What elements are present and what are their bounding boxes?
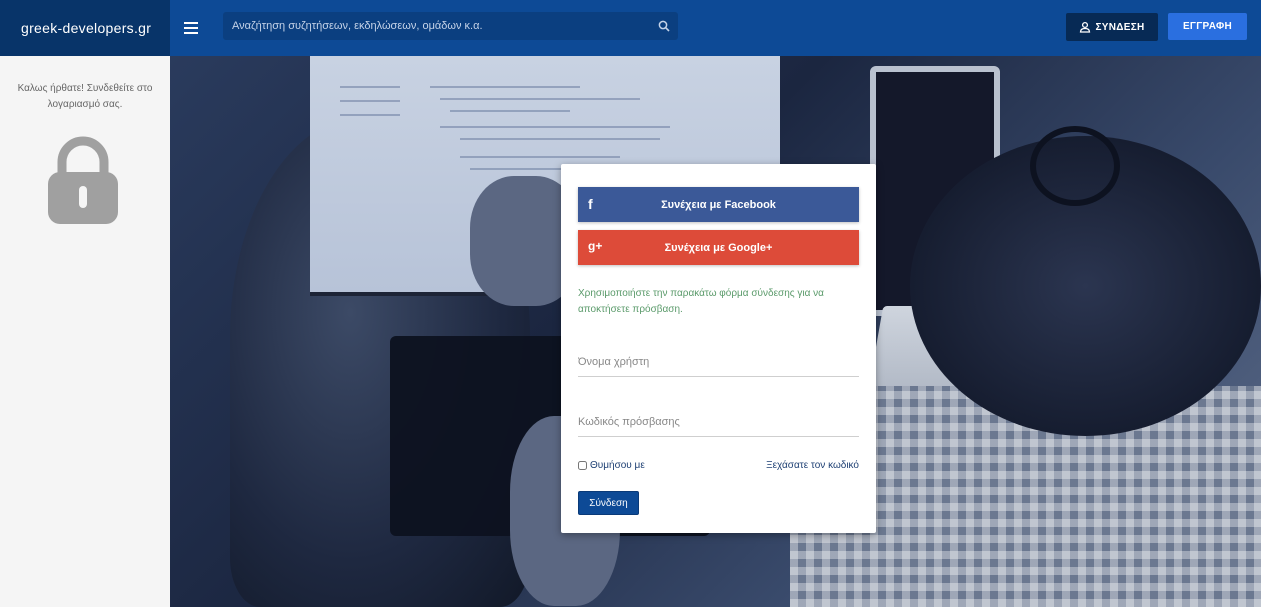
username-input[interactable]	[578, 347, 859, 376]
google-label: Συνέχεια με Google+	[664, 241, 773, 254]
register-button[interactable]: ΕΓΓΡΑΦΗ	[1168, 13, 1247, 40]
google-login-button[interactable]: g+ Συνέχεια με Google+	[578, 230, 859, 265]
lock-icon	[48, 136, 118, 231]
remember-me-label: Θυμήσου με	[590, 460, 645, 471]
login-button[interactable]: ΣΥΝΔΕΣΗ	[1066, 13, 1158, 41]
facebook-icon: f	[588, 196, 593, 212]
facebook-login-button[interactable]: f Συνέχεια με Facebook	[578, 187, 859, 222]
user-icon	[1080, 21, 1091, 33]
password-field-wrapper	[578, 407, 859, 437]
search-input[interactable]	[223, 20, 650, 32]
forgot-password-link[interactable]: Ξεχάσατε τον κωδικό	[766, 460, 859, 471]
menu-icon[interactable]	[183, 16, 207, 40]
login-hint: Χρησιμοποιήστε την παρακάτω φόρμα σύνδεσ…	[578, 288, 824, 315]
top-bar: greek-developers.gr ΣΥΝΔΕΣΗ ΕΓΓΡΑΦΗ	[0, 0, 1261, 56]
search-icon[interactable]	[650, 12, 678, 40]
facebook-label: Συνέχεια με Facebook	[661, 198, 776, 211]
remember-me-checkbox[interactable]	[578, 461, 587, 470]
login-label: ΣΥΝΔΕΣΗ	[1095, 21, 1145, 33]
remember-me[interactable]: Θυμήσου με	[578, 460, 645, 471]
password-input[interactable]	[578, 407, 859, 436]
username-field-wrapper	[578, 347, 859, 377]
google-plus-icon: g+	[588, 239, 603, 253]
login-card: f Συνέχεια με Facebook g+ Συνέχεια με Go…	[561, 164, 876, 533]
site-logo[interactable]: greek-developers.gr	[0, 0, 170, 56]
welcome-text: Καλως ήρθατε! Συνδεθείτε στο λογαριασμό …	[17, 83, 153, 110]
glasses-image	[1030, 126, 1120, 206]
sidebar: Καλως ήρθατε! Συνδεθείτε στο λογαριασμό …	[0, 56, 170, 607]
search-bar	[223, 12, 678, 40]
submit-button[interactable]: Σύνδεση	[578, 491, 639, 515]
